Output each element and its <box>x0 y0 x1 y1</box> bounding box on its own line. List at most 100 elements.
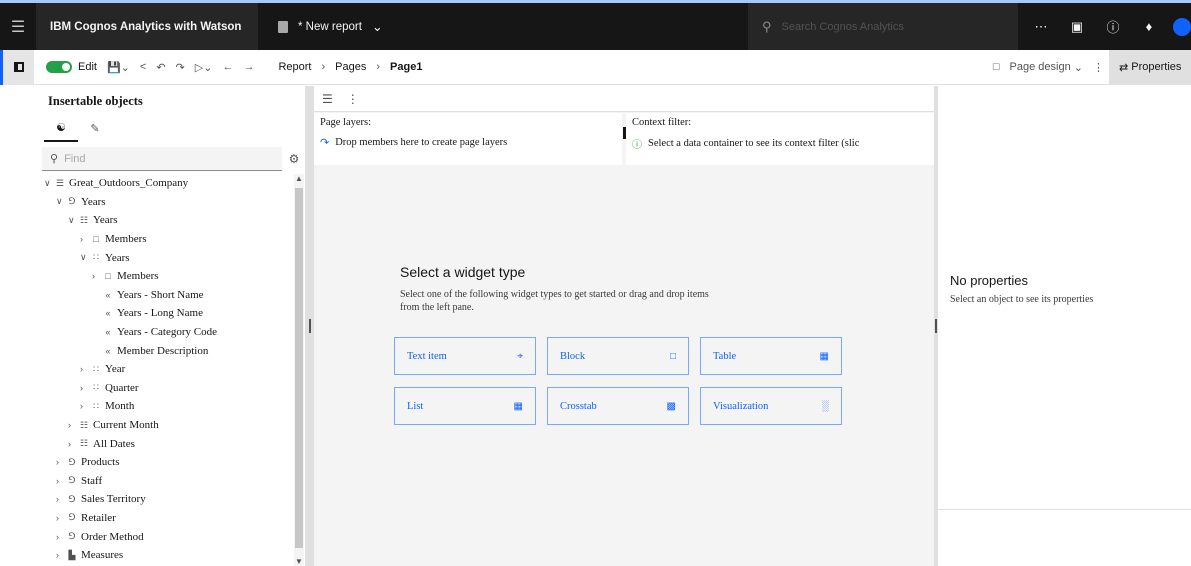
widget-table-button[interactable]: Table ▦ <box>700 337 842 375</box>
forward-icon[interactable]: → <box>238 50 259 85</box>
tree-item[interactable]: « Member Description <box>44 341 294 360</box>
chevron-right-icon[interactable]: › <box>80 383 90 393</box>
tree-item[interactable]: › □ Members <box>44 230 294 249</box>
find-row: ⚲ Find ⚙ <box>42 147 306 171</box>
tree-item[interactable]: « Years - Long Name <box>44 304 294 323</box>
tree-item[interactable]: › ∷ Year <box>44 360 294 379</box>
chevron-right-icon[interactable]: › <box>68 420 78 430</box>
settings-icon[interactable]: ⚙ <box>282 152 306 166</box>
context-filter-hint-text: Select a data container to see its conte… <box>648 138 860 149</box>
chevron-right-icon[interactable]: › <box>56 550 66 560</box>
dropzone-divider[interactable] <box>623 127 626 139</box>
tree-item[interactable]: ∨ ⅁ Years <box>44 193 294 212</box>
panel-divider <box>938 509 1191 510</box>
tree-item[interactable]: › ⅁ Retailer <box>44 509 294 528</box>
apps-icon[interactable]: ▣ <box>1059 3 1095 50</box>
panel-toggle-icon[interactable] <box>0 49 34 85</box>
overflow-menu-icon[interactable]: ⋮ <box>1088 50 1109 85</box>
edit-switch[interactable] <box>46 61 72 73</box>
more-icon[interactable]: ⋯ <box>1023 3 1059 50</box>
chevron-right-icon[interactable]: › <box>68 439 78 449</box>
widget-visualization-button[interactable]: Visualization ░ <box>700 387 842 425</box>
splitter-grip[interactable] <box>309 319 311 333</box>
properties-button[interactable]: ⇄ Properties <box>1109 49 1191 85</box>
left-splitter[interactable] <box>306 86 314 566</box>
tree-item[interactable]: ∨ ∷ Years <box>44 248 294 267</box>
run-icon[interactable]: ▷⌄ <box>190 50 218 85</box>
tab-toolbox-icon[interactable]: ✎ <box>78 114 112 142</box>
scroll-thumb[interactable] <box>295 188 303 548</box>
tree-item[interactable]: › ⅁ Products <box>44 453 294 472</box>
widget-block-button[interactable]: Block □ <box>547 337 689 375</box>
tree-item[interactable]: › ∷ Month <box>44 397 294 416</box>
report-tab[interactable]: * New report ⌄ <box>258 3 748 50</box>
chevron-down-icon[interactable]: ∨ <box>68 215 78 226</box>
save-icon[interactable]: 💾⌄ <box>102 50 135 85</box>
widget-crosstab-button[interactable]: Crosstab ▩ <box>547 387 689 425</box>
lock-icon[interactable]: □ <box>988 50 1005 85</box>
widget-list-button[interactable]: List ▦ <box>394 387 536 425</box>
page-layers-dropzone[interactable]: Page layers: ↷ Drop members here to crea… <box>314 113 626 165</box>
global-search[interactable]: ⚲ Search Cognos Analytics <box>748 3 1018 50</box>
chevron-right-icon[interactable]: › <box>56 494 66 504</box>
chevron-right-icon[interactable]: › <box>56 532 66 542</box>
overflow-menu-icon[interactable]: ⋮ <box>347 92 359 106</box>
notification-icon[interactable]: ♦ <box>1131 3 1167 50</box>
find-input[interactable]: ⚲ Find <box>42 147 282 171</box>
attribute-icon: « <box>105 327 111 338</box>
no-properties-title: No properties <box>950 273 1029 288</box>
redo-icon[interactable]: ↷ <box>171 50 190 85</box>
tree-item[interactable]: › □ Members <box>44 267 294 286</box>
chevron-down-icon[interactable]: ∨ <box>56 196 66 207</box>
tree-item[interactable]: › ∷ Quarter <box>44 379 294 398</box>
undo-icon[interactable]: ↶ <box>151 50 170 85</box>
chevron-down-icon[interactable]: ⌄ <box>372 19 383 35</box>
dimension-icon: ⅁ <box>68 512 76 523</box>
back-icon[interactable]: ← <box>217 50 238 85</box>
user-avatar[interactable] <box>1173 17 1191 36</box>
tree-item[interactable]: › ▙ Measures <box>44 546 294 565</box>
breadcrumb-report[interactable]: Report <box>278 61 311 73</box>
hierarchy-icon: ☷ <box>79 419 89 430</box>
chevron-right-icon[interactable]: › <box>80 234 90 244</box>
chevron-right-icon[interactable]: › <box>56 513 66 523</box>
breadcrumb-pages[interactable]: Pages <box>335 61 366 73</box>
tree-item[interactable]: › ⅁ Sales Territory <box>44 490 294 509</box>
tree-item-label: Years - Short Name <box>117 288 204 301</box>
help-icon[interactable]: ⓘ <box>1095 3 1131 50</box>
app-title[interactable]: IBM Cognos Analytics with Watson <box>36 3 258 50</box>
hamburger-menu-icon[interactable]: ☰ <box>0 3 36 50</box>
chevron-right-icon[interactable]: › <box>56 457 66 467</box>
chevron-down-icon[interactable]: ∨ <box>44 178 54 189</box>
chevron-right-icon[interactable]: › <box>92 271 102 281</box>
scroll-up-icon[interactable]: ▲ <box>294 174 304 183</box>
chevron-right-icon[interactable]: › <box>80 364 90 374</box>
tree-item-label: Quarter <box>105 381 139 394</box>
tree-scrollbar[interactable]: ▲ ▼ <box>294 174 304 566</box>
tree-item[interactable]: › ☷ Current Month <box>44 416 294 435</box>
tree-item[interactable]: « Years - Category Code <box>44 323 294 342</box>
attribute-icon: « <box>105 308 111 319</box>
chevron-right-icon[interactable]: › <box>56 476 66 486</box>
tree-item-label: Measures <box>81 549 124 562</box>
paint-format-icon[interactable]: ☰ <box>322 92 333 106</box>
context-filter-dropzone[interactable]: Context filter: ⓘ Select a data containe… <box>626 113 934 165</box>
widget-text-item-button[interactable]: Text item ⌖ <box>394 337 536 375</box>
chevron-down-icon[interactable]: ∨ <box>80 252 90 263</box>
dimension-icon: ⅁ <box>68 456 76 467</box>
tree-item[interactable]: « Years - Short Name <box>44 286 294 305</box>
scroll-down-icon[interactable]: ▼ <box>294 557 304 566</box>
edit-toggle[interactable]: Edit <box>34 50 102 85</box>
attribute-icon: « <box>105 345 111 356</box>
splitter-grip[interactable] <box>935 319 937 333</box>
chevron-right-icon[interactable]: › <box>80 401 90 411</box>
tree-item[interactable]: ∨ ☷ Years <box>44 211 294 230</box>
tree-item[interactable]: › ⅁ Staff <box>44 472 294 491</box>
tree-item[interactable]: ∨ ☰ Great_Outdoors_Company <box>44 174 294 193</box>
tree-item[interactable]: › ☷ All Dates <box>44 434 294 453</box>
tab-source-icon[interactable]: ☯ <box>44 114 78 142</box>
panel-title: Insertable objects <box>48 94 143 108</box>
share-icon[interactable]: < <box>135 50 151 85</box>
tree-item[interactable]: › ⅁ Order Method <box>44 527 294 546</box>
page-design-dropdown[interactable]: Page design ⌄ <box>1005 50 1088 85</box>
